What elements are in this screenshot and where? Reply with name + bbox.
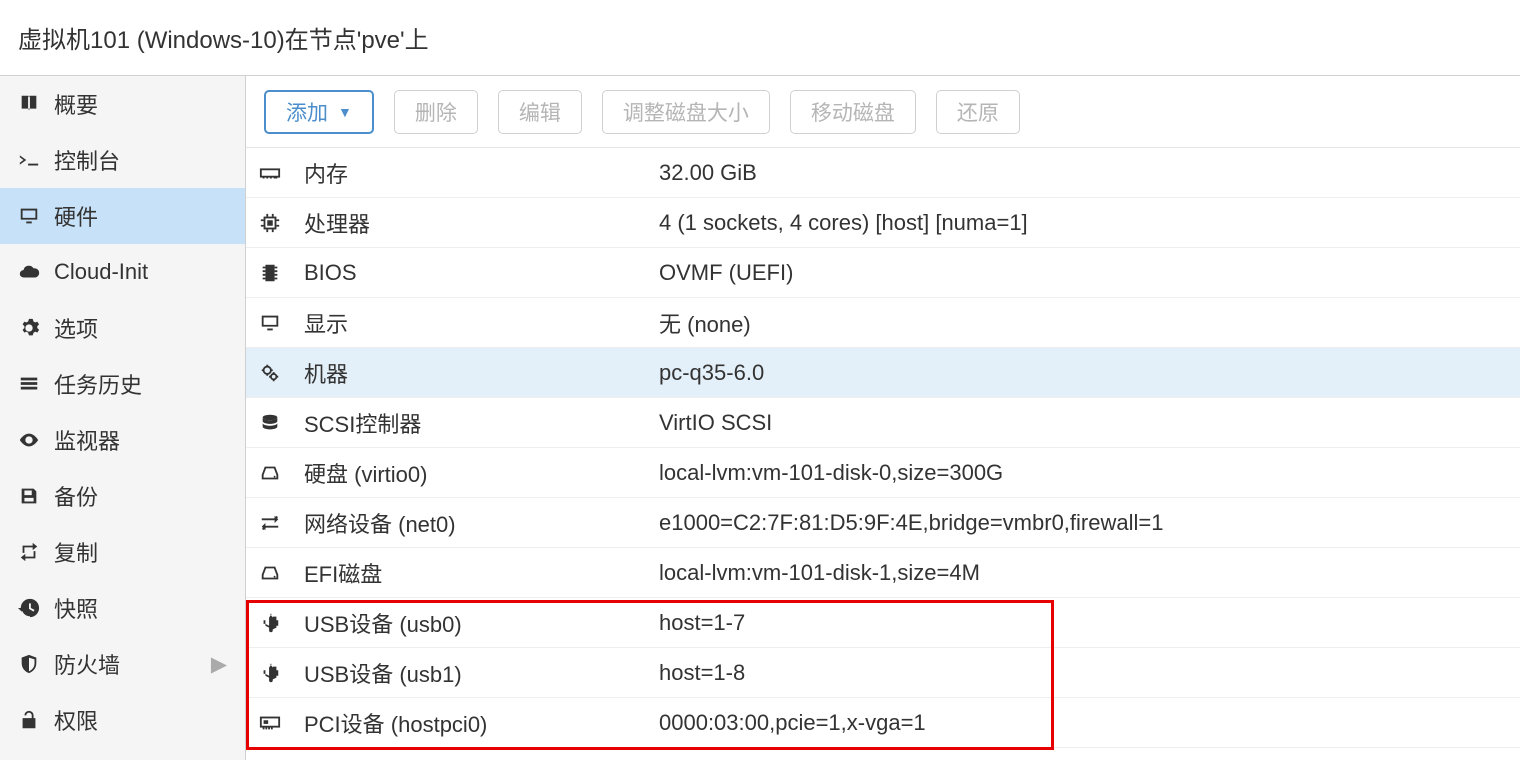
hardware-value: e1000=C2:7F:81:D5:9F:4E,bridge=vmbr0,fir…	[659, 510, 1512, 536]
hardware-label: 机器	[304, 357, 659, 389]
hardware-row[interactable]: PCI设备 (hostpci0) 0000:03:00,pcie=1,x-vga…	[246, 698, 1520, 748]
shield-icon	[18, 653, 54, 675]
sidebar-item-label: 概要	[54, 88, 98, 120]
hardware-row[interactable]: USB设备 (usb0) host=1-7	[246, 598, 1520, 648]
sidebar-item-history[interactable]: 快照	[0, 580, 245, 636]
hardware-value: 0000:03:00,pcie=1,x-vga=1	[659, 710, 1512, 736]
save-icon	[18, 485, 54, 507]
hardware-label: 显示	[304, 307, 659, 339]
sidebar-item-label: 防火墙	[54, 648, 120, 680]
hardware-label: SCSI控制器	[304, 407, 659, 439]
sidebar-item-cloud[interactable]: Cloud-Init	[0, 244, 245, 300]
hardware-value: 无 (none)	[659, 307, 1512, 339]
hardware-label: 内存	[304, 157, 659, 189]
hardware-row[interactable]: 机器 pc-q35-6.0	[246, 348, 1520, 398]
hardware-label: PCI设备 (hostpci0)	[304, 707, 659, 739]
hardware-label: EFI磁盘	[304, 557, 659, 589]
edit-button[interactable]: 编辑	[498, 90, 582, 134]
hardware-value: local-lvm:vm-101-disk-0,size=300G	[659, 460, 1512, 486]
hardware-label: 处理器	[304, 207, 659, 239]
sidebar-item-label: 硬件	[54, 200, 98, 232]
resize-disk-button[interactable]: 调整磁盘大小	[602, 90, 770, 134]
sidebar-item-monitor[interactable]: 硬件	[0, 188, 245, 244]
sidebar-item-terminal[interactable]: 控制台	[0, 132, 245, 188]
hardware-value: OVMF (UEFI)	[659, 260, 1512, 286]
page-title: 虚拟机101 (Windows-10)在节点'pve'上	[18, 20, 429, 55]
hardware-label: 硬盘 (virtio0)	[304, 457, 659, 489]
hardware-value: VirtIO SCSI	[659, 410, 1512, 436]
hardware-row[interactable]: 网络设备 (net0) e1000=C2:7F:81:D5:9F:4E,brid…	[246, 498, 1520, 548]
stack-icon	[258, 412, 304, 434]
hardware-label: USB设备 (usb0)	[304, 607, 659, 639]
sidebar-item-eye[interactable]: 监视器	[0, 412, 245, 468]
sidebar-item-book[interactable]: 概要	[0, 76, 245, 132]
monitor-icon	[18, 205, 54, 227]
hardware-value: 4 (1 sockets, 4 cores) [host] [numa=1]	[659, 210, 1512, 236]
hardware-row[interactable]: 硬盘 (virtio0) local-lvm:vm-101-disk-0,siz…	[246, 448, 1520, 498]
hardware-value: local-lvm:vm-101-disk-1,size=4M	[659, 560, 1512, 586]
hardware-value: 32.00 GiB	[659, 160, 1512, 186]
hardware-row[interactable]: USB设备 (usb1) host=1-8	[246, 648, 1520, 698]
sidebar-item-gear[interactable]: 选项	[0, 300, 245, 356]
sidebar-item-label: 复制	[54, 536, 98, 568]
hardware-row[interactable]: 显示 无 (none)	[246, 298, 1520, 348]
hdd-icon	[258, 562, 304, 584]
hardware-value: host=1-8	[659, 660, 1512, 686]
toolbar: 添加 ▼ 删除 编辑 调整磁盘大小 移动磁盘 还原	[246, 76, 1520, 148]
sidebar-item-shield[interactable]: 防火墙 ▶	[0, 636, 245, 692]
sidebar: 概要 控制台 硬件 Cloud-Init 选项 任务历史 监视器 备份 复制 快…	[0, 76, 246, 760]
chevron-down-icon: ▼	[338, 104, 352, 120]
hardware-row[interactable]: 内存 32.00 GiB	[246, 148, 1520, 198]
hardware-row[interactable]: 处理器 4 (1 sockets, 4 cores) [host] [numa=…	[246, 198, 1520, 248]
delete-button[interactable]: 删除	[394, 90, 478, 134]
sidebar-item-label: 权限	[54, 704, 98, 736]
add-button[interactable]: 添加 ▼	[264, 90, 374, 134]
move-disk-button[interactable]: 移动磁盘	[790, 90, 916, 134]
monitor-icon	[258, 312, 304, 334]
net-icon	[258, 512, 304, 534]
cpu-icon	[258, 212, 304, 234]
sidebar-item-unlock[interactable]: 权限	[0, 692, 245, 748]
sidebar-item-label: 备份	[54, 480, 98, 512]
hardware-row[interactable]: BIOS OVMF (UEFI)	[246, 248, 1520, 298]
sidebar-item-label: 快照	[54, 592, 98, 624]
pci-icon	[258, 712, 304, 734]
cloud-icon	[18, 261, 54, 283]
terminal-icon	[18, 149, 54, 171]
hardware-label: 网络设备 (net0)	[304, 507, 659, 539]
sidebar-item-retweet[interactable]: 复制	[0, 524, 245, 580]
hardware-table: 内存 32.00 GiB 处理器 4 (1 sockets, 4 cores) …	[246, 148, 1520, 760]
sidebar-item-label: Cloud-Init	[54, 259, 148, 285]
add-button-label: 添加	[286, 97, 328, 127]
hardware-label: USB设备 (usb1)	[304, 657, 659, 689]
eye-icon	[18, 429, 54, 451]
sidebar-item-label: 控制台	[54, 144, 120, 176]
sidebar-item-label: 选项	[54, 312, 98, 344]
sidebar-item-label: 任务历史	[54, 368, 142, 400]
gear-icon	[18, 317, 54, 339]
sidebar-item-label: 监视器	[54, 424, 120, 456]
memory-icon	[258, 162, 304, 184]
hardware-row[interactable]: SCSI控制器 VirtIO SCSI	[246, 398, 1520, 448]
list-icon	[18, 373, 54, 395]
chevron-right-icon: ▶	[211, 652, 227, 677]
hdd-icon	[258, 462, 304, 484]
sidebar-item-list[interactable]: 任务历史	[0, 356, 245, 412]
gears-icon	[258, 362, 304, 384]
hardware-value: pc-q35-6.0	[659, 360, 1512, 386]
chip-icon	[258, 262, 304, 284]
unlock-icon	[18, 709, 54, 731]
usb-icon	[258, 662, 304, 684]
hardware-label: BIOS	[304, 260, 659, 286]
usb-icon	[258, 612, 304, 634]
sidebar-item-save[interactable]: 备份	[0, 468, 245, 524]
hardware-value: host=1-7	[659, 610, 1512, 636]
hardware-row[interactable]: EFI磁盘 local-lvm:vm-101-disk-1,size=4M	[246, 548, 1520, 598]
restore-button[interactable]: 还原	[936, 90, 1020, 134]
history-icon	[18, 597, 54, 619]
retweet-icon	[18, 541, 54, 563]
page-header: 虚拟机101 (Windows-10)在节点'pve'上	[0, 0, 1520, 76]
book-icon	[18, 93, 54, 115]
